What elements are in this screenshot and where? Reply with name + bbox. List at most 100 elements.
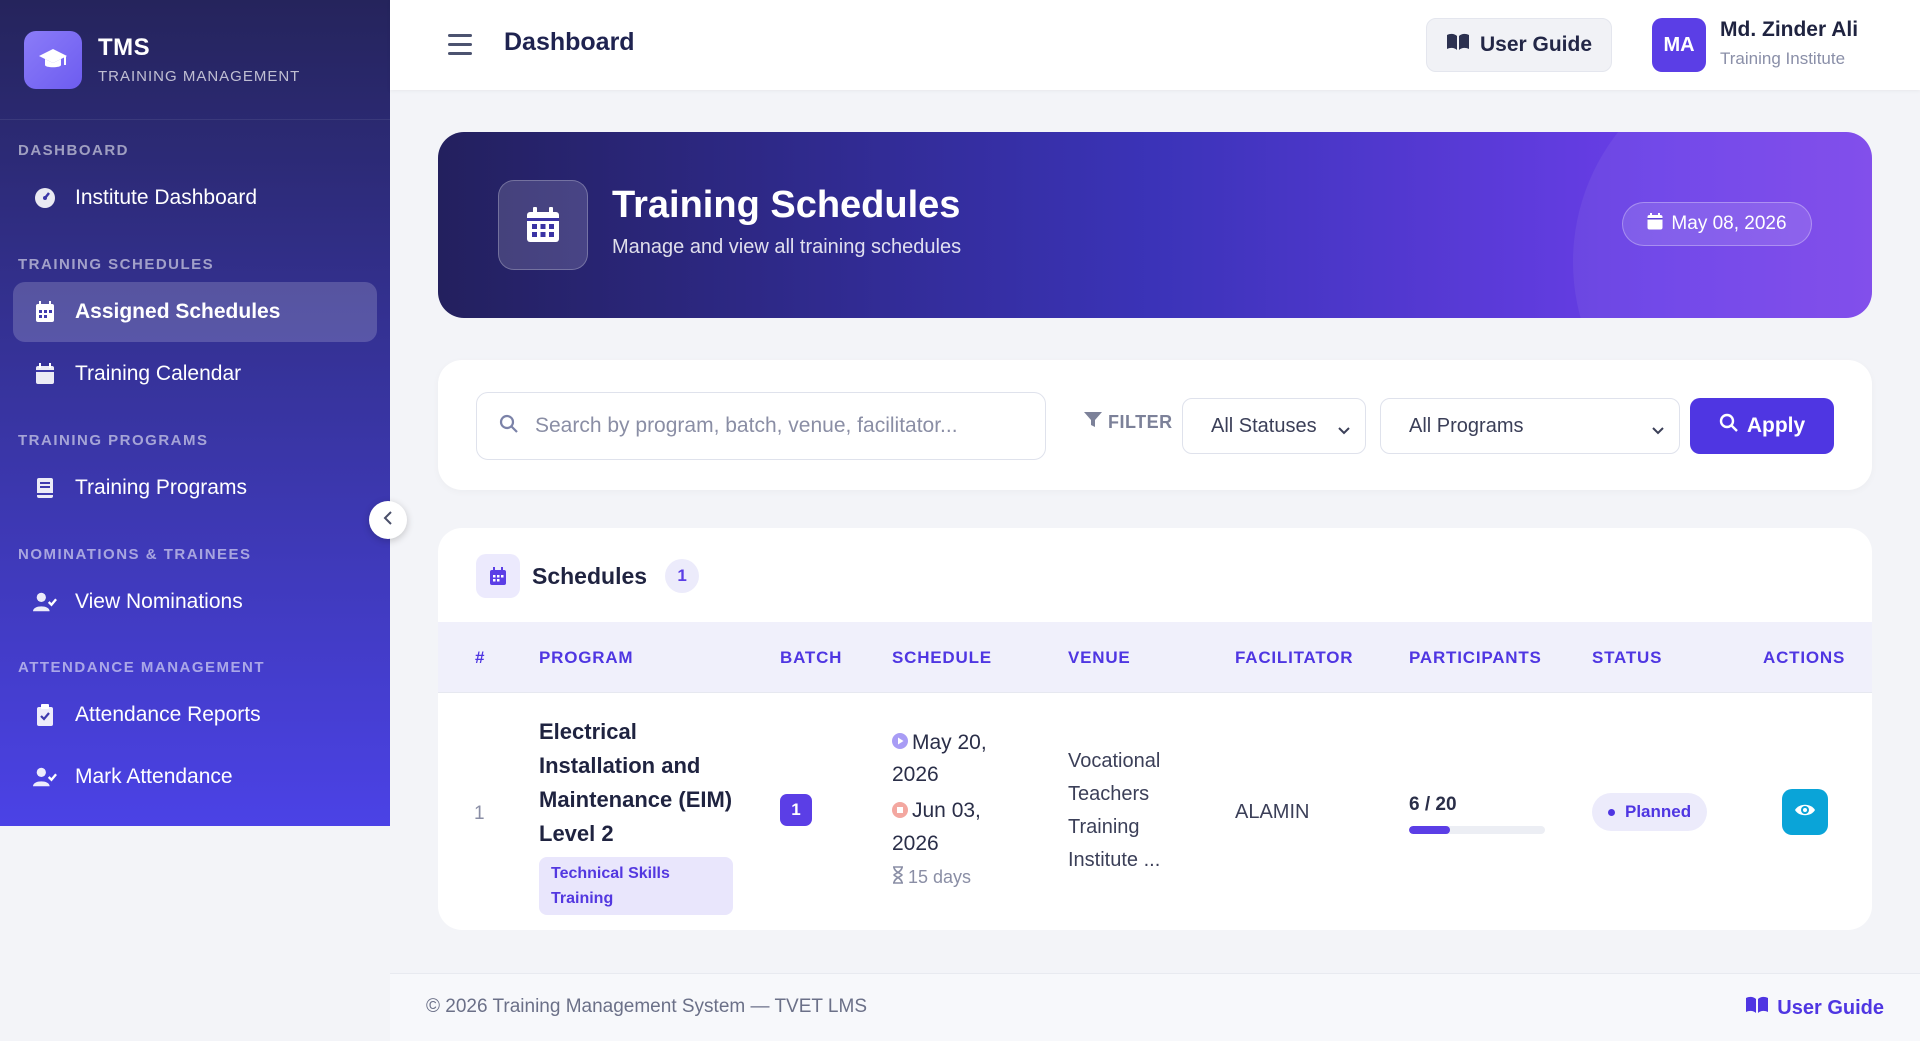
sidebar: TMS TRAINING MANAGEMENT DASHBOARD Instit… — [0, 0, 390, 826]
start-date: May 20, 2026 — [892, 727, 1012, 791]
calendar-icon — [1647, 212, 1671, 236]
user-check-icon — [33, 765, 57, 789]
status-badge: Planned — [1592, 793, 1708, 831]
status-select[interactable]: All Statuses — [1182, 398, 1366, 454]
user-guide-button[interactable]: User Guide — [1426, 18, 1612, 72]
table-title: Schedules — [532, 562, 648, 589]
sidebar-item-label: Training Calendar — [75, 362, 242, 385]
participants-cell: 6 / 20 — [1409, 794, 1545, 834]
calendar-icon — [476, 554, 520, 598]
program-cell: Electrical Installation and Maintenance … — [539, 715, 739, 915]
calendar-icon — [33, 300, 57, 324]
funnel-icon — [1084, 412, 1108, 433]
search-box[interactable] — [476, 392, 1046, 460]
user-guide-label: User Guide — [1479, 33, 1593, 56]
column-header-batch: BATCH — [780, 648, 843, 667]
nav-section-nominations: NOMINATIONS & TRAINEES — [18, 546, 252, 563]
program-name: Electrical Installation and Maintenance … — [539, 719, 733, 846]
user-role: Training Institute — [1720, 49, 1846, 68]
participants-count: 6 / 20 — [1409, 794, 1457, 815]
sidebar-item-mark-attendance[interactable]: Mark Attendance — [13, 747, 377, 807]
participants-progress-fill — [1409, 826, 1450, 834]
filter-card: FILTER All Statuses All Programs Apply — [438, 360, 1872, 490]
nav-section-training-programs: TRAINING PROGRAMS — [18, 432, 209, 449]
sidebar-item-label: Attendance Reports — [75, 703, 261, 726]
sidebar-item-label: View Nominations — [75, 590, 243, 613]
eye-icon — [1794, 802, 1816, 823]
sidebar-item-label: Training Programs — [75, 476, 247, 499]
batch-cell: 1 — [780, 794, 812, 826]
avatar[interactable]: MA — [1652, 18, 1706, 72]
status-cell: Planned — [1592, 793, 1708, 831]
program-select-value: All Programs — [1409, 414, 1524, 437]
column-header-index: # — [475, 648, 486, 667]
schedules-table-card: Schedules 1 # PROGRAM BATCH SCHEDULE VEN… — [438, 528, 1872, 930]
column-header-participants: PARTICIPANTS — [1409, 648, 1542, 667]
stop-circle-icon — [892, 796, 908, 828]
date-badge: May 08, 2026 — [1622, 202, 1812, 246]
schedule-cell: May 20, 2026 Jun 03, 2026 15 days — [892, 727, 1012, 889]
status-select-value: All Statuses — [1211, 414, 1317, 437]
view-button[interactable] — [1782, 789, 1828, 835]
apply-button[interactable]: Apply — [1690, 398, 1834, 454]
brand: TMS TRAINING MANAGEMENT — [0, 0, 390, 120]
sidebar-item-label: Assigned Schedules — [75, 300, 281, 323]
hero-subtitle: Manage and view all training schedules — [612, 236, 962, 258]
user-name: Md. Zinder Ali — [1720, 18, 1859, 41]
column-header-facilitator: FACILITATOR — [1235, 648, 1354, 667]
clipboard-check-icon — [33, 703, 57, 727]
sidebar-item-attendance-reports[interactable]: Attendance Reports — [13, 685, 377, 745]
count-badge: 1 — [665, 559, 700, 593]
chevron-left-icon — [382, 510, 394, 531]
sidebar-item-training-programs[interactable]: Training Programs — [13, 458, 377, 518]
sidebar-collapse-button[interactable] — [369, 501, 407, 539]
row-index: 1 — [474, 803, 485, 824]
calendar-icon — [498, 180, 588, 270]
book-open-icon — [1446, 33, 1480, 57]
apply-label: Apply — [1746, 414, 1806, 437]
participants-progress — [1409, 826, 1545, 834]
batch-badge: 1 — [780, 794, 812, 826]
brand-subtitle: TRAINING MANAGEMENT — [98, 68, 301, 85]
duration: 15 days — [892, 866, 1012, 889]
nav-section-attendance: ATTENDANCE MANAGEMENT — [18, 659, 266, 676]
column-header-venue: VENUE — [1068, 648, 1131, 667]
search-input[interactable] — [535, 414, 1015, 438]
calendar-icon — [33, 362, 57, 386]
table-column-header: # PROGRAM BATCH SCHEDULE VENUE FACILITAT… — [438, 622, 1872, 692]
sidebar-item-institute-dashboard[interactable]: Institute Dashboard — [13, 168, 377, 228]
page-title: Dashboard — [504, 28, 635, 56]
graduation-cap-icon — [24, 30, 82, 89]
footer: © 2026 Training Management System — TVET… — [390, 973, 1920, 1041]
chevron-down-icon — [1651, 419, 1665, 442]
brand-title: TMS — [98, 34, 151, 61]
sidebar-item-view-nominations[interactable]: View Nominations — [13, 572, 377, 632]
chevron-down-icon — [1337, 419, 1351, 442]
hero-banner: Training Schedules Manage and view all t… — [438, 132, 1872, 318]
table-header: Schedules 1 — [476, 554, 700, 598]
search-icon — [1719, 413, 1747, 439]
sidebar-item-label: Mark Attendance — [75, 765, 233, 788]
search-icon — [499, 414, 519, 439]
column-header-schedule: SCHEDULE — [892, 648, 992, 667]
sidebar-item-training-calendar[interactable]: Training Calendar — [13, 344, 377, 404]
hero-title: Training Schedules — [612, 184, 961, 226]
user-check-icon — [33, 590, 57, 614]
topbar: Dashboard User Guide MA Md. Zinder Ali T… — [390, 0, 1920, 90]
book-icon — [33, 476, 57, 500]
sidebar-item-label: Institute Dashboard — [75, 186, 258, 209]
footer-copyright: © 2026 Training Management System — TVET… — [426, 996, 867, 1017]
hourglass-icon — [892, 866, 904, 889]
column-header-status: STATUS — [1592, 648, 1663, 667]
current-date: May 08, 2026 — [1671, 213, 1787, 234]
play-circle-icon — [892, 727, 908, 759]
column-header-actions: ACTIONS — [1763, 648, 1846, 667]
footer-user-guide-link[interactable]: User Guide — [1745, 996, 1884, 1020]
sidebar-item-assigned-schedules[interactable]: Assigned Schedules — [13, 282, 377, 342]
nav-section-dashboard: DASHBOARD — [18, 142, 129, 159]
book-open-icon — [1745, 996, 1777, 1020]
program-select[interactable]: All Programs — [1380, 398, 1680, 454]
table-row[interactable]: 1 Electrical Installation and Maintenanc… — [438, 692, 1872, 930]
end-date: Jun 03, 2026 — [892, 795, 1012, 859]
menu-icon[interactable] — [448, 34, 472, 56]
